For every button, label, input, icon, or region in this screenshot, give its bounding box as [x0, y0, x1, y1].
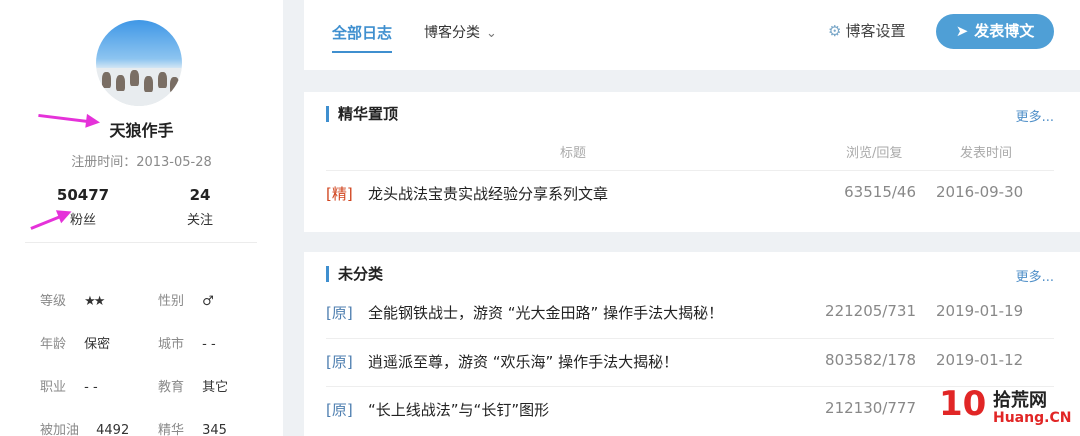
- info-age: 年龄 保密: [40, 333, 110, 352]
- boost-label: 被加油: [40, 423, 80, 436]
- chevron-down-icon: ⌄: [486, 26, 497, 41]
- post-row[interactable]: [精] 龙头战法宝贵实战经验分享系列文章 63515/46 2016-09-30: [326, 170, 1054, 214]
- column-header-title: 标题: [560, 146, 587, 161]
- info-job: 职业 - -: [40, 376, 98, 395]
- post-views: 212130/777: [825, 399, 916, 417]
- job-label: 职业: [40, 380, 67, 395]
- wolf-figure: [102, 72, 111, 88]
- post-title-link[interactable]: “长上线战法”与“长钉”图形: [368, 399, 549, 420]
- post-date: 2019-01-19: [936, 302, 1024, 320]
- follow-label: 关注: [186, 213, 213, 228]
- post-views: 221205/731: [825, 302, 916, 320]
- fans-label: 粉丝: [69, 213, 96, 228]
- more-link[interactable]: 更多...: [1016, 266, 1054, 285]
- education-label: 教育: [158, 380, 185, 395]
- original-tag: [原]: [326, 353, 353, 371]
- education-value: 其它: [202, 380, 229, 395]
- username: 天狼作手: [109, 121, 174, 140]
- info-education: 教育 其它: [158, 376, 228, 395]
- post-title-link[interactable]: 全能钢铁战士，游资 “光大金田路” 操作手法大揭秘！: [368, 302, 723, 323]
- fans-stat[interactable]: 50477 粉丝: [38, 186, 128, 228]
- column-header-date: 发表时间: [960, 146, 1013, 161]
- wolf-figure: [170, 77, 179, 93]
- featured-section: 精华置顶 更多... 标题 浏览/回复 发表时间 [精] 龙头战法宝贵实战经验分…: [304, 92, 1080, 232]
- city-value: - -: [202, 337, 216, 352]
- info-boost: 被加油 4492: [40, 419, 129, 436]
- gender-label: 性别: [158, 294, 185, 309]
- original-tag: [原]: [326, 304, 353, 322]
- post-row[interactable]: [原] 全能钢铁战士，游资 “光大金田路” 操作手法大揭秘！ 221205/73…: [326, 290, 1054, 334]
- age-label: 年龄: [40, 337, 67, 352]
- info-city: 城市 - -: [158, 333, 216, 352]
- info-gender: 性别 ♂: [158, 290, 214, 309]
- fans-count: 50477: [56, 186, 110, 204]
- post-row[interactable]: [原] 逍遥派至尊，游资 “欢乐海” 操作手法大揭秘！ 803582/178 2…: [326, 338, 1054, 382]
- post-date: 2019-01-12: [936, 351, 1024, 369]
- gear-icon: ⚙: [828, 22, 842, 40]
- tab-blog-category-label: 博客分类: [424, 25, 480, 41]
- wolf-figure: [130, 70, 139, 86]
- blog-settings-label: 博客设置: [845, 22, 906, 40]
- blog-settings-link[interactable]: ⚙ 博客设置: [828, 20, 905, 41]
- post-views: 803582/178: [825, 351, 916, 369]
- age-value: 保密: [84, 337, 111, 352]
- elite-tag: [精]: [326, 185, 353, 203]
- elite-value: 345: [202, 423, 227, 436]
- more-link[interactable]: 更多...: [1016, 106, 1054, 125]
- boost-value: 4492: [96, 423, 130, 436]
- paper-plane-icon: ➤: [955, 22, 969, 40]
- blog-nav-bar: 全部日志 博客分类 ⌄ ⚙ 博客设置 ➤ 发表博文: [304, 0, 1080, 70]
- level-stars-icon: ★★: [84, 294, 105, 309]
- info-level: 等级 ★★: [40, 290, 105, 309]
- post-title-link[interactable]: 龙头战法宝贵实战经验分享系列文章: [368, 183, 608, 204]
- watermark-site-name: 拾荒网: [993, 390, 1047, 411]
- watermark-number: 10: [939, 384, 987, 424]
- job-value: - -: [84, 380, 98, 395]
- wolf-figure: [158, 72, 167, 88]
- avatar[interactable]: [96, 20, 182, 106]
- column-header-views: 浏览/回复: [846, 146, 903, 161]
- register-date: 注册时间：2013-05-28: [71, 155, 212, 170]
- post-date: 2016-09-30: [936, 183, 1024, 201]
- elite-label: 精华: [158, 423, 185, 436]
- city-label: 城市: [158, 337, 185, 352]
- publish-post-button[interactable]: ➤ 发表博文: [936, 14, 1054, 49]
- wolf-figure: [144, 76, 153, 92]
- section-title: 未分类: [326, 266, 383, 282]
- follow-count: 24: [189, 186, 211, 204]
- original-tag: [原]: [326, 401, 353, 419]
- wolf-figure: [116, 75, 125, 91]
- watermark-logo: 10 拾荒网 Huang.CN: [935, 382, 1080, 436]
- publish-post-label: 发表博文: [974, 22, 1035, 40]
- divider: [25, 242, 257, 243]
- tab-blog-category[interactable]: 博客分类 ⌄: [424, 22, 497, 42]
- profile-panel: 天狼作手 注册时间：2013-05-28 50477 粉丝 24 关注 等级 ★…: [0, 0, 283, 436]
- tab-all-posts[interactable]: 全部日志: [332, 22, 393, 53]
- level-label: 等级: [40, 294, 67, 309]
- post-views: 63515/46: [844, 183, 916, 201]
- section-title: 精华置顶: [326, 106, 398, 122]
- watermark-domain: Huang.CN: [993, 410, 1072, 426]
- follow-stat[interactable]: 24 关注: [155, 186, 245, 228]
- post-title-link[interactable]: 逍遥派至尊，游资 “欢乐海” 操作手法大揭秘！: [368, 351, 678, 372]
- info-elite: 精华 345: [158, 419, 227, 436]
- male-icon: ♂: [202, 294, 214, 309]
